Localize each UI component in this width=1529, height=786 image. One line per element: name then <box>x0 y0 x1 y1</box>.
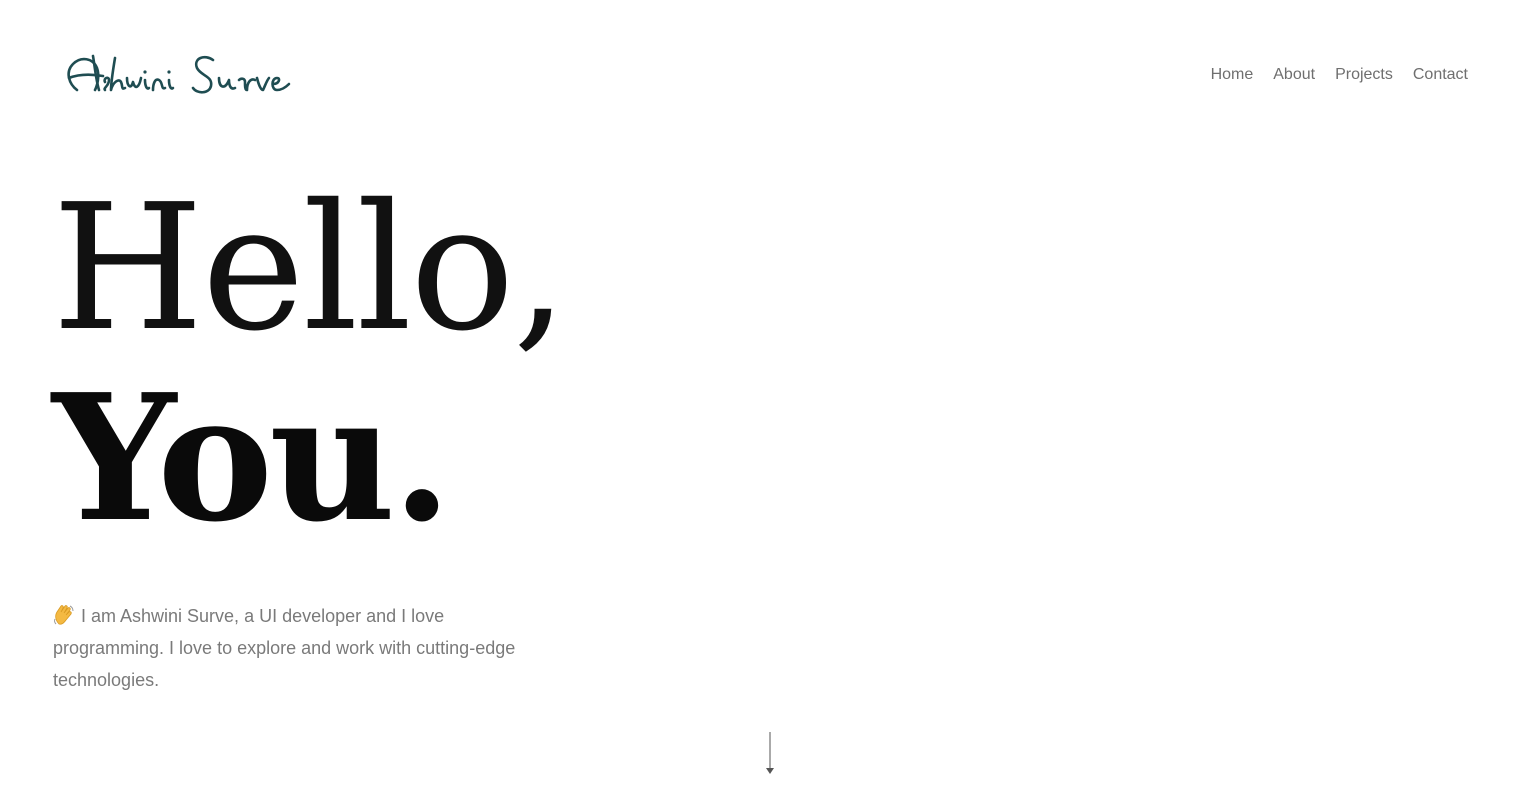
hero-greeting: Hello, <box>52 167 568 370</box>
main-nav: Home About Projects Contact <box>1211 64 1468 86</box>
nav-home[interactable]: Home <box>1211 64 1254 86</box>
hero-greeting-you: You. <box>52 357 452 561</box>
arrow-down-icon <box>766 732 774 774</box>
logo-signature <box>67 54 291 94</box>
intro-text: I am Ashwini Surve, a UI developer and I… <box>53 600 533 696</box>
scroll-down-button[interactable] <box>764 732 776 776</box>
waving-hand-icon <box>53 604 75 626</box>
intro-sentence: I am Ashwini Surve, a UI developer and I… <box>53 606 516 690</box>
nav-about[interactable]: About <box>1273 64 1315 86</box>
nav-contact[interactable]: Contact <box>1413 64 1468 86</box>
nav-projects[interactable]: Projects <box>1335 64 1393 86</box>
site-logo[interactable] <box>63 44 299 100</box>
